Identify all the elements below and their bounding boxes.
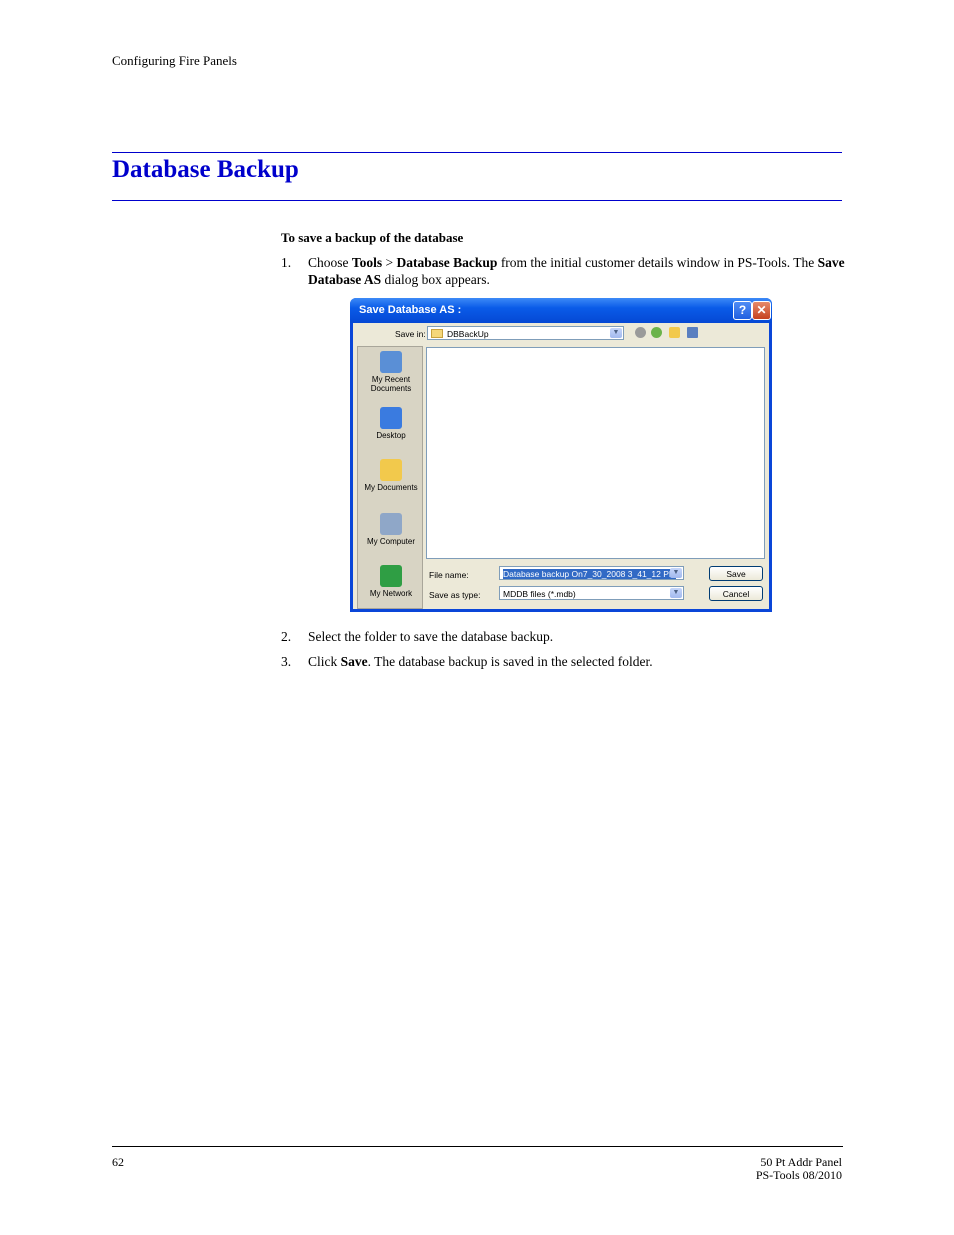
- place-label: My Documents: [364, 483, 418, 492]
- save-database-dialog: Save Database AS : ? ✕ Save in: DBBackUp…: [350, 298, 772, 612]
- place-my-network[interactable]: My Network: [358, 565, 424, 598]
- place-recent-documents[interactable]: My Recent Documents: [358, 351, 424, 393]
- save-as-type-label: Save as type:: [429, 590, 481, 600]
- file-name-label: File name:: [429, 570, 469, 580]
- file-list[interactable]: [426, 347, 765, 559]
- step-1-text-d: dialog box appears.: [381, 272, 490, 287]
- place-my-computer[interactable]: My Computer: [358, 513, 424, 546]
- close-button[interactable]: ✕: [752, 301, 771, 320]
- step-3-text-b: . The database backup is saved in the se…: [367, 654, 653, 669]
- desktop-icon: [380, 407, 402, 429]
- step-3-bold-save: Save: [340, 654, 368, 669]
- dialog-titlebar: Save Database AS : ? ✕: [350, 298, 772, 323]
- cancel-button[interactable]: Cancel: [709, 586, 763, 601]
- step-2-number: 2.: [281, 629, 292, 644]
- save-in-label: Save in:: [395, 329, 426, 339]
- places-bar: My Recent Documents Desktop My Documents…: [357, 346, 423, 609]
- file-name-input[interactable]: Database backup On7_30_2008 3_41_12 PM ▼: [499, 566, 684, 580]
- step-2-text: Select the folder to save the database b…: [308, 629, 554, 644]
- section-title: Database Backup: [112, 156, 299, 183]
- place-label: My Recent Documents: [370, 375, 412, 393]
- help-button[interactable]: ?: [733, 301, 752, 320]
- step-3-text-a: Click: [308, 654, 341, 669]
- step-1-text-b: >: [382, 255, 397, 270]
- step-1-text: Choose Tools > Database Backup from the …: [308, 254, 848, 288]
- my-network-icon: [380, 565, 402, 587]
- back-icon[interactable]: [635, 327, 646, 338]
- procedure-title: To save a backup of the database: [281, 230, 464, 245]
- new-folder-icon[interactable]: [669, 327, 680, 338]
- save-button[interactable]: Save: [709, 566, 763, 581]
- step-3-number: 3.: [281, 654, 292, 669]
- step-1-number: 1.: [281, 255, 292, 270]
- up-folder-icon[interactable]: [651, 327, 662, 338]
- place-label: My Network: [369, 589, 413, 598]
- place-my-documents[interactable]: My Documents: [358, 459, 424, 492]
- step-1-text-a: Choose: [308, 255, 352, 270]
- step-1-text-c: from the initial customer details window…: [497, 255, 818, 270]
- place-label: My Computer: [366, 537, 415, 546]
- title-rule-bottom: [112, 200, 842, 201]
- chevron-down-icon[interactable]: ▼: [610, 328, 622, 338]
- place-desktop[interactable]: Desktop: [358, 407, 424, 440]
- my-documents-icon: [380, 459, 402, 481]
- save-in-combo[interactable]: DBBackUp ▼: [427, 326, 624, 340]
- save-as-type-value: MDDB files (*.mdb): [503, 589, 576, 599]
- folder-icon: [431, 329, 443, 338]
- step-1-bold-tools: Tools: [351, 255, 383, 270]
- running-header: Configuring Fire Panels: [112, 53, 237, 68]
- step-1-bold-database-backup: Database Backup: [396, 255, 498, 270]
- recent-documents-icon: [380, 351, 402, 373]
- file-name-value: Database backup On7_30_2008 3_41_12 PM: [503, 569, 676, 579]
- chevron-down-icon[interactable]: ▼: [670, 568, 682, 578]
- footer-rule: [112, 1146, 843, 1147]
- views-menu-icon[interactable]: [687, 327, 698, 338]
- title-rule-top: [112, 152, 842, 153]
- footer-doc-version: PS-Tools 08/2010: [755, 1168, 842, 1182]
- dialog-client-area: Save in: DBBackUp ▼ My Recent Documents …: [353, 323, 769, 609]
- chevron-down-icon[interactable]: ▼: [670, 588, 682, 598]
- save-as-type-select[interactable]: MDDB files (*.mdb) ▼: [499, 586, 684, 600]
- dialog-title: Save Database AS :: [359, 304, 462, 316]
- page-number: 62: [112, 1155, 124, 1169]
- step-3-text: Click Save. The database backup is saved…: [308, 653, 848, 670]
- my-computer-icon: [380, 513, 402, 535]
- save-in-value: DBBackUp: [447, 329, 489, 339]
- place-label: Desktop: [376, 431, 406, 440]
